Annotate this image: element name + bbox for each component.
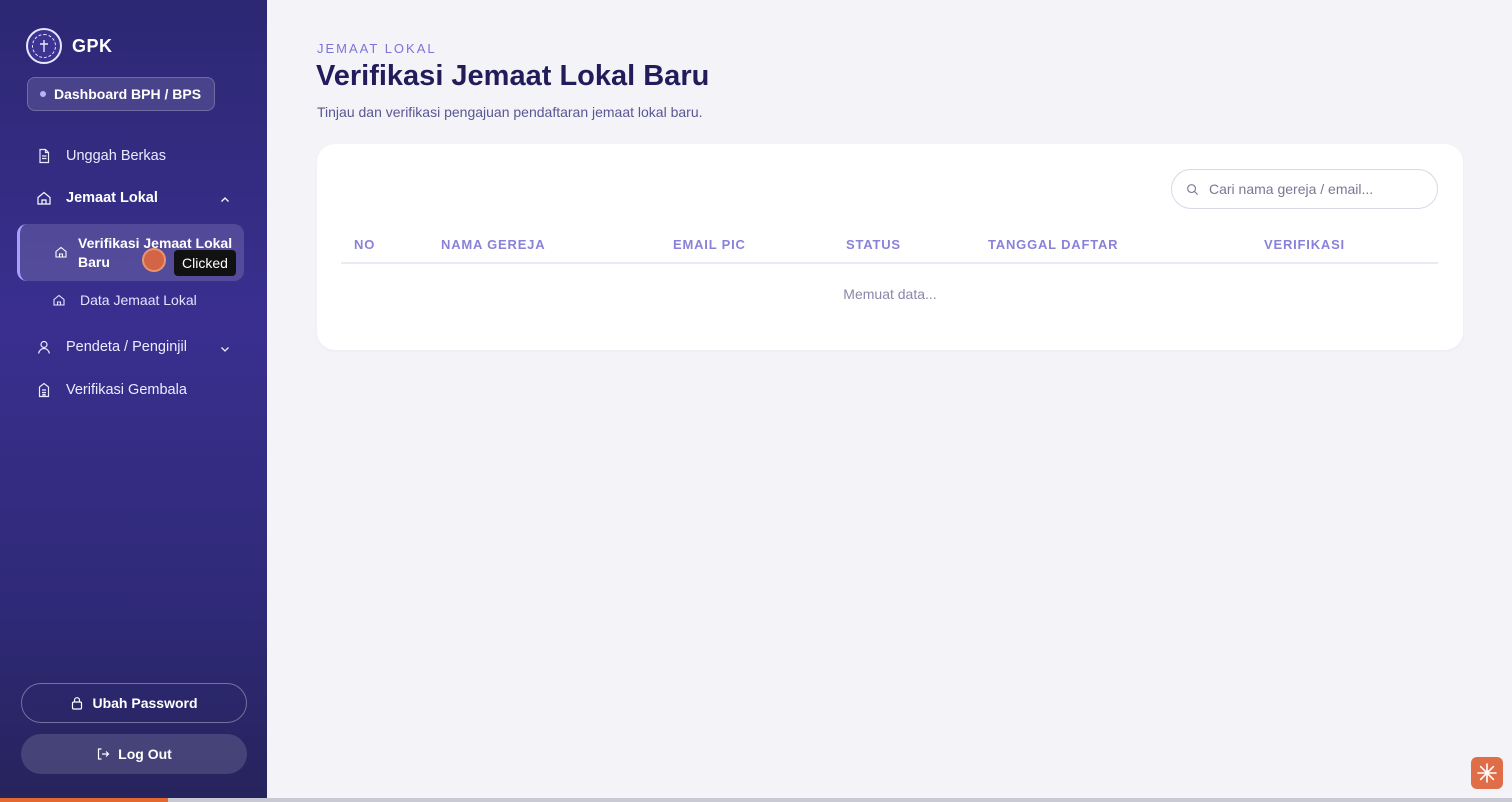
sidebar-item-label: Verifikasi Gembala <box>66 382 187 398</box>
role-badge: Dashboard BPH / BPS <box>27 77 215 111</box>
sidebar-item-label: Unggah Berkas <box>66 148 166 164</box>
building-icon <box>38 382 50 398</box>
brand-name: GPK <box>72 35 113 56</box>
lock-icon <box>72 697 83 710</box>
page-title: Verifikasi Jemaat Lokal Baru <box>316 60 710 92</box>
sidebar-item-verifikasi-gembala[interactable]: Verifikasi Gembala <box>36 382 187 398</box>
search-input[interactable] <box>1209 181 1409 197</box>
column-header-nama-gereja[interactable]: NAMA GEREJA <box>441 237 545 252</box>
role-label: Dashboard BPH / BPS <box>54 86 202 102</box>
sidebar-subitem-label: Data Jemaat Lokal <box>80 292 197 308</box>
search-icon <box>1187 183 1199 195</box>
column-header-verifikasi[interactable]: VERIFIKASI <box>1264 237 1345 252</box>
assistant-icon[interactable] <box>1471 757 1503 789</box>
page-eyebrow: JEMAAT LOKAL <box>317 41 437 56</box>
chevron-down-icon[interactable] <box>219 343 231 355</box>
loading-message: Memuat data... <box>843 286 937 302</box>
status-dot-icon <box>40 91 46 97</box>
brand[interactable]: GPK <box>26 28 113 64</box>
column-header-tanggal-daftar[interactable]: TANGGAL DAFTAR <box>988 237 1118 252</box>
sidebar-item-label: Pendeta / Penginjil <box>66 339 187 355</box>
change-password-label: Ubah Password <box>92 695 198 711</box>
data-card: NO NAMA GEREJA EMAIL PIC STATUS TANGGAL … <box>317 144 1463 350</box>
search-box[interactable] <box>1171 169 1438 209</box>
person-icon <box>37 340 51 354</box>
logout-button[interactable]: Log Out <box>21 734 247 774</box>
column-header-status[interactable]: STATUS <box>846 237 901 252</box>
click-tooltip: Clicked <box>174 250 236 276</box>
home-icon <box>53 294 65 306</box>
page-subtitle: Tinjau dan verifikasi pengajuan pendafta… <box>317 104 703 120</box>
logout-label: Log Out <box>118 746 172 762</box>
change-password-button[interactable]: Ubah Password <box>21 683 247 723</box>
sidebar-subitem-data-jemaat-lokal[interactable]: Data Jemaat Lokal <box>52 292 197 308</box>
sidebar-item-unggah-berkas[interactable]: Unggah Berkas <box>36 148 166 164</box>
table-header: NO NAMA GEREJA EMAIL PIC STATUS TANGGAL … <box>341 234 1438 264</box>
sidebar-item-pendeta-penginjil[interactable]: Pendeta / Penginjil <box>36 339 187 355</box>
home-icon <box>55 246 67 258</box>
chevron-up-icon[interactable] <box>219 194 231 206</box>
column-header-email-pic[interactable]: EMAIL PIC <box>673 237 746 252</box>
bottom-bar <box>0 798 1512 802</box>
document-icon <box>39 148 50 164</box>
sidebar-item-jemaat-lokal[interactable]: Jemaat Lokal <box>36 190 158 206</box>
column-header-no[interactable]: NO <box>354 237 375 252</box>
logo-icon <box>26 28 62 64</box>
click-marker <box>142 248 166 272</box>
home-icon <box>37 191 51 205</box>
progress-indicator <box>0 798 168 802</box>
logout-icon <box>98 748 110 760</box>
sidebar: GPK Dashboard BPH / BPS Unggah Berkas Je… <box>0 0 267 802</box>
sidebar-item-label: Jemaat Lokal <box>66 190 158 206</box>
